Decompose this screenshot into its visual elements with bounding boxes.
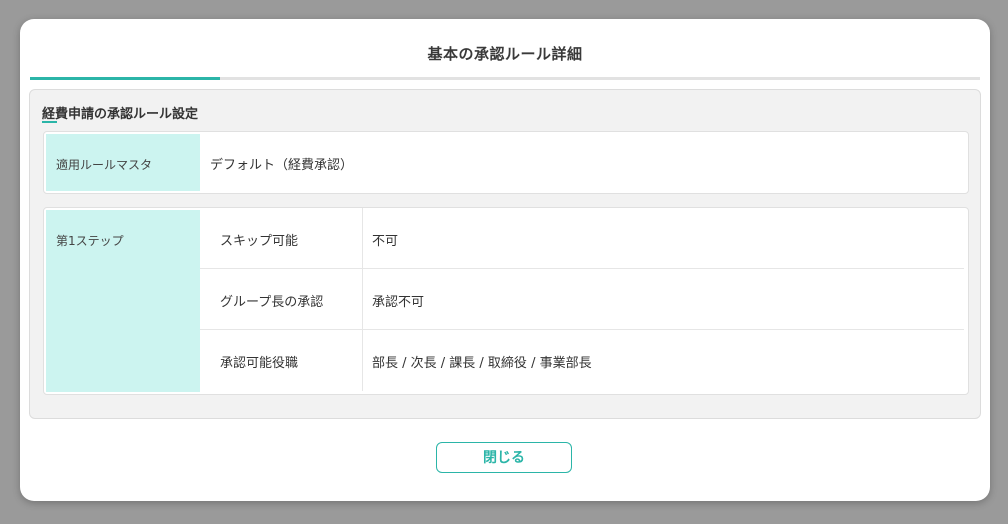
group-leader-approval-label: グループ長の承認 [220,295,324,310]
step1-label-cell: 第1ステップ [46,210,200,392]
rule-master-label-cell: 適用ルールマスタ [46,134,200,191]
rule-master-value: デフォルト（経費承認） [210,158,354,173]
approval-rule-detail-modal: 基本の承認ルール詳細 経費申請の承認ルール設定 適用ルールマスタ デフォルト（経… [20,19,990,501]
step1-label: 第1ステップ [56,234,124,248]
approvable-positions-label: 承認可能役職 [220,356,299,371]
modal-title: 基本の承認ルール詳細 [427,45,583,63]
step1-row-positions: 承認可能役職 部長 / 次長 / 課長 / 取締役 / 事業部長 [200,330,964,391]
rule-master-card: 適用ルールマスタ デフォルト（経費承認） [43,131,969,194]
expense-approval-section: 経費申請の承認ルール設定 適用ルールマスタ デフォルト（経費承認） 第1ステップ… [29,89,981,419]
close-button[interactable]: 閉じる [436,442,572,473]
section-heading: 経費申請の承認ルール設定 [42,107,199,122]
rule-master-label: 適用ルールマスタ [56,158,153,172]
tab-indicator-track [30,77,980,80]
tab-indicator-active [30,77,220,80]
skippable-label: スキップ可能 [220,234,299,249]
group-leader-approval-value: 承認不可 [372,295,425,310]
approvable-positions-value: 部長 / 次長 / 課長 / 取締役 / 事業部長 [372,356,592,371]
section-heading-underline [42,121,57,123]
row-divider [362,208,363,269]
row-divider [362,269,363,330]
row-divider [362,330,363,391]
step1-row-group-leader: グループ長の承認 承認不可 [200,269,964,330]
step1-row-skippable: スキップ可能 不可 [200,208,964,269]
step1-card: 第1ステップ スキップ可能 不可 グループ長の承認 承認不可 承認可能役職 部長… [43,207,969,395]
skippable-value: 不可 [372,234,399,249]
